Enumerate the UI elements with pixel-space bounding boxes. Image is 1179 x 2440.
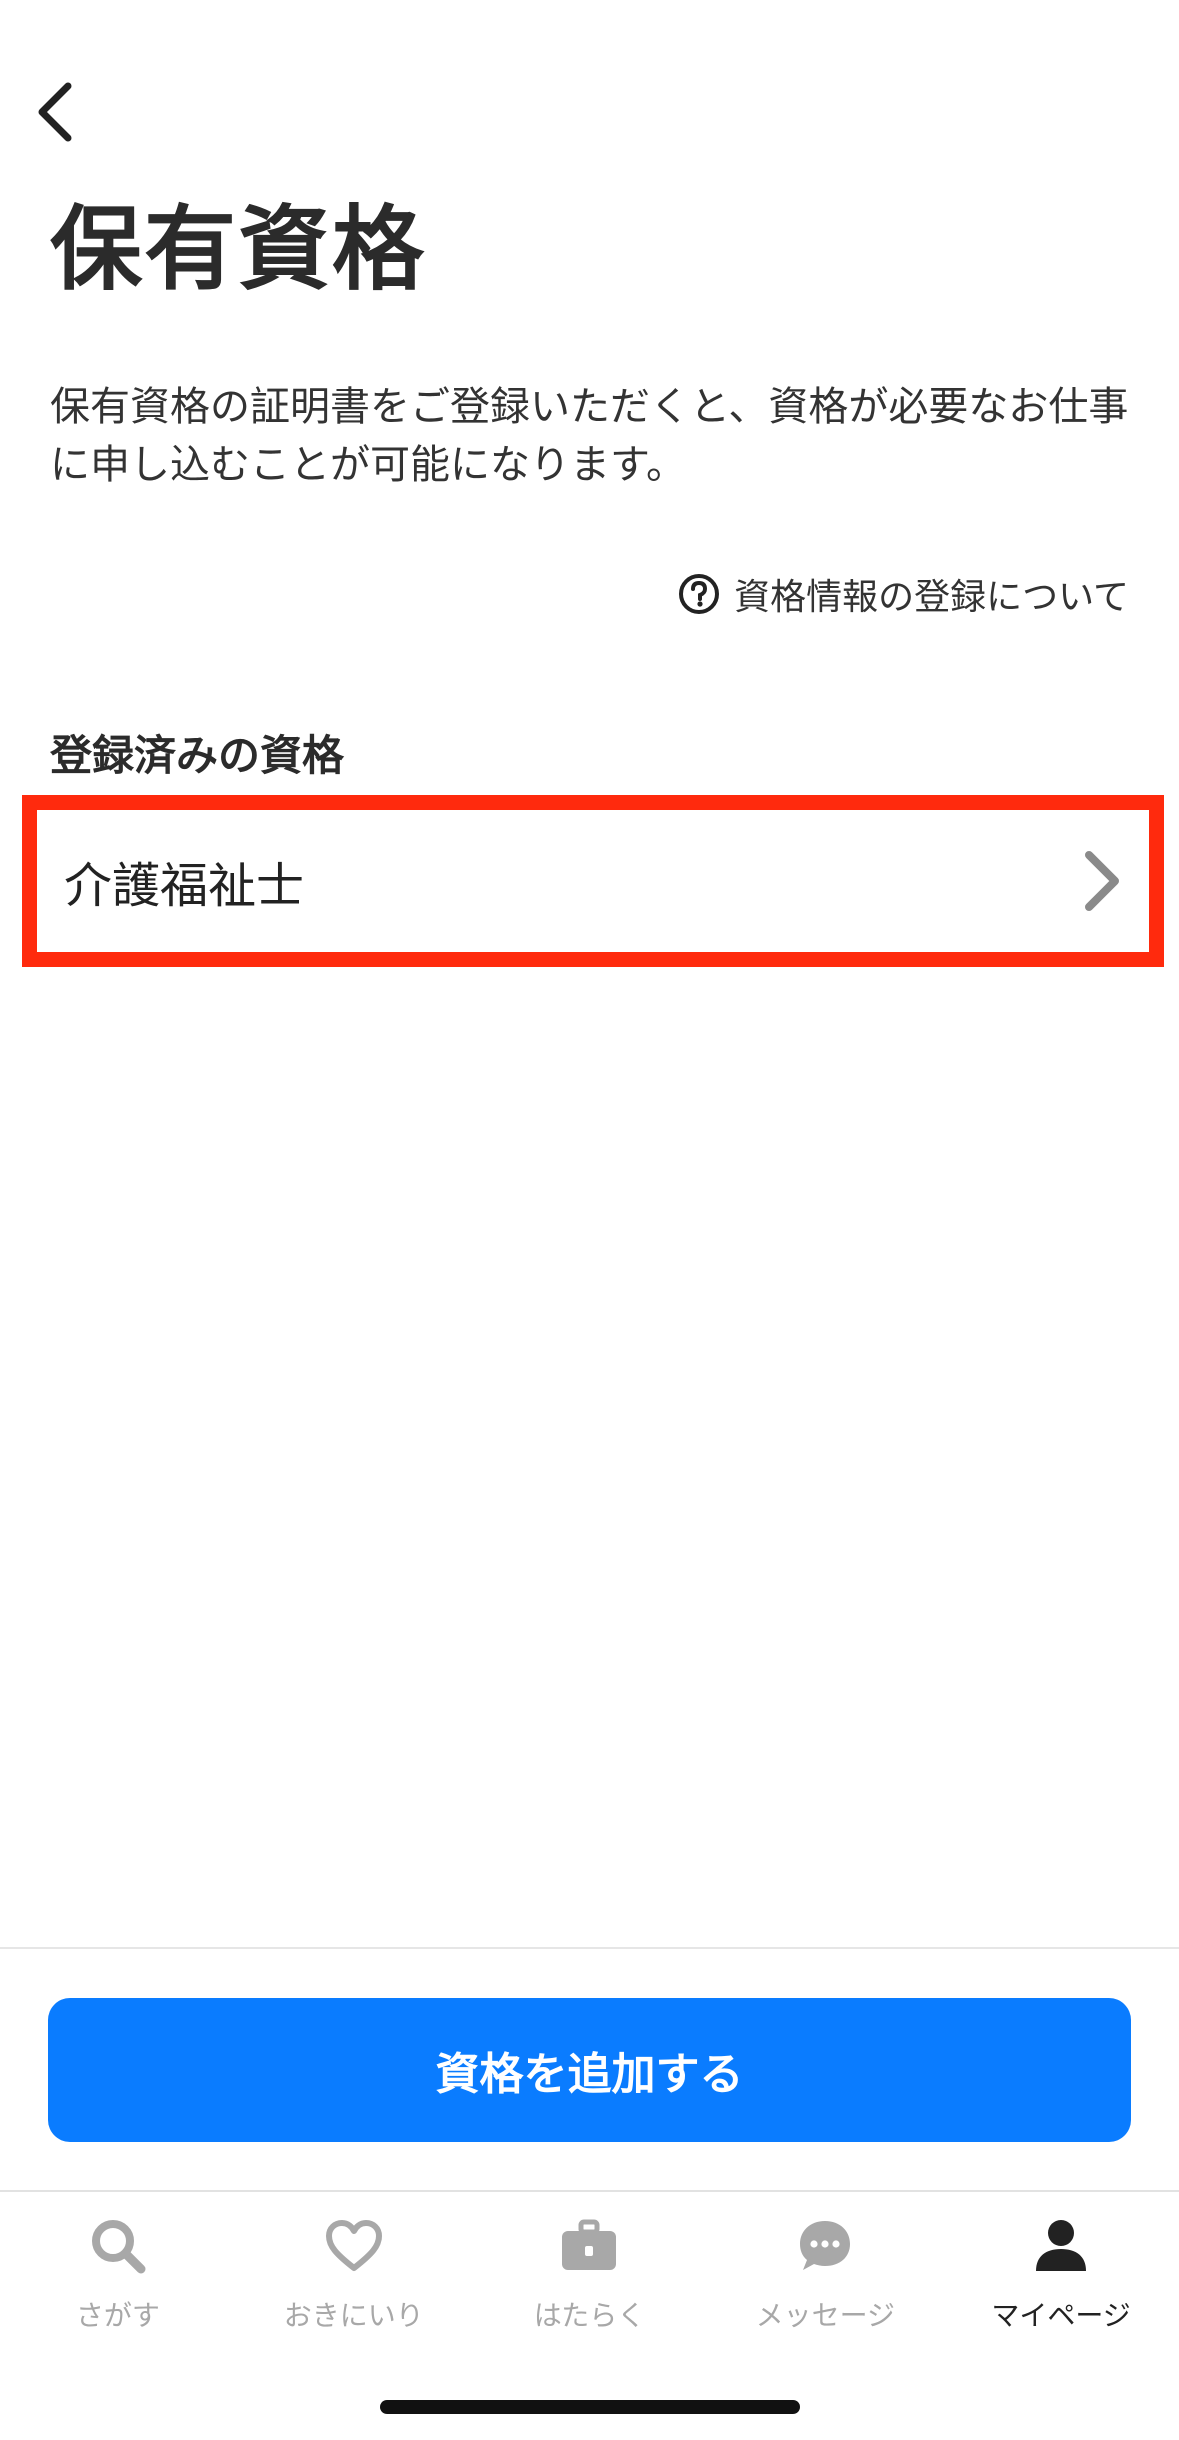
tab-label: メッセージ [755,2299,896,2332]
tab-bar: さがす おきにいり はたらく メッセージ マイページ [0,2192,1179,2352]
tab-mypage[interactable]: マイページ [943,2192,1179,2352]
person-icon [1036,2220,1087,2271]
briefcase-icon [562,2219,617,2270]
tab-messages[interactable]: メッセージ [707,2192,943,2352]
section-label-registered: 登録済みの資格 [50,731,345,780]
qualification-item[interactable]: 介護福祉士 [22,795,1164,967]
chevron-right-icon [1085,851,1119,911]
page-title: 保有資格 [50,196,427,303]
help-link-label: 資格情報の登録について [734,577,1129,618]
tab-label: マイページ [991,2299,1131,2332]
tab-label: おきにいり [283,2299,424,2332]
divider [0,1947,1179,1949]
add-qualification-button[interactable]: 資格を追加する [48,1998,1131,2142]
message-bubble-icon [800,2221,851,2270]
tab-search[interactable]: さがす [0,2192,236,2352]
tab-favorites[interactable]: おきにいり [236,2192,472,2352]
tab-label: さがす [75,2299,160,2332]
qualifications-page: 保有資格 保有資格の証明書をご登録いただくと、資格が必要なお仕事に申し込むことが… [0,0,1179,2440]
help-link-registration[interactable]: 資格情報の登録について [678,568,1129,620]
heart-icon [325,2220,382,2271]
qualification-item-label: 介護福祉士 [64,858,305,914]
question-circle-icon [679,574,720,614]
tab-work[interactable]: はたらく [472,2192,708,2352]
search-icon [91,2220,146,2274]
tab-label: はたらく [533,2299,646,2332]
home-indicator [380,2400,800,2414]
back-button[interactable] [14,72,94,152]
page-description: 保有資格の証明書をご登録いただくと、資格が必要なお仕事に申し込むことが可能になり… [50,384,1129,488]
chevron-left-icon [38,82,72,142]
